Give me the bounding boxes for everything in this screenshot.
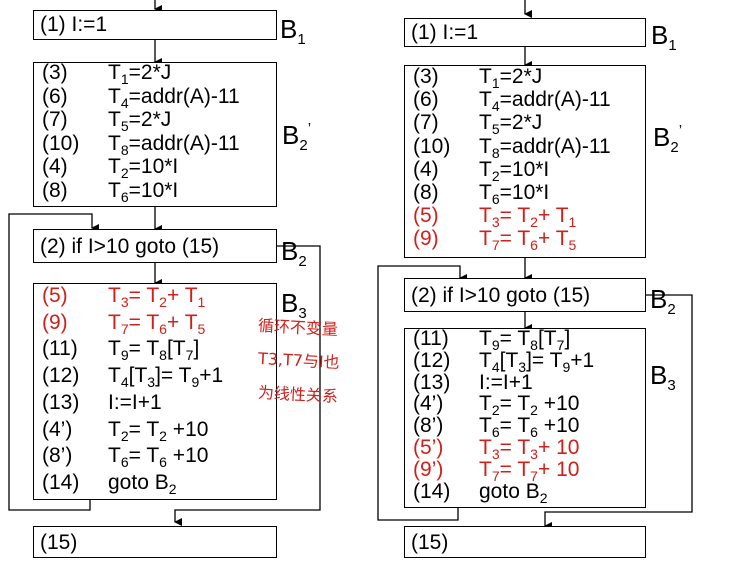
left-b2prime-row-statement: T6=10*I <box>108 178 179 205</box>
left-b2prime-row-number: (6) <box>42 84 68 108</box>
right-b3-label: B3 <box>650 360 676 395</box>
annotation-line-3: 为线性关系 <box>257 382 339 407</box>
right-b1-stmt: I:=1 <box>442 21 479 44</box>
left-block-b3: (5) T3= T2+ T1 (9) T7= T6+ T5 (11) T9= T8[T7]… <box>33 283 277 500</box>
left-b1-stmt: I:=1 <box>71 13 108 36</box>
left-b3-row-statement: T9= T8[T7] <box>108 337 200 364</box>
left-b3-row-number: (5) <box>42 284 68 307</box>
right-b2prime-row-number: (3) <box>413 65 439 88</box>
left-b3-row-number: (11) <box>42 337 78 361</box>
left-b2prime-row-number: (8) <box>42 178 68 202</box>
right-b2prime-row-number: (4) <box>413 157 439 181</box>
left-b3-row-statement: T3= T2+ T1 <box>108 284 206 311</box>
left-b2prime-row-number: (10) <box>42 131 80 155</box>
right-b1-num: (1) <box>411 21 437 44</box>
annotation-line-2: T3,T7与I也 <box>257 348 341 373</box>
right-b2prime-row-number: (9) <box>413 227 439 251</box>
right-b2prime-row-number: (6) <box>413 88 439 112</box>
annotation-line-1: 循环不变量 <box>257 315 339 340</box>
right-b2prime-label: B2’ <box>653 122 683 157</box>
left-b3-row-number: (4’) <box>42 417 73 441</box>
right-b3-row-statement: goto B2 <box>479 479 548 506</box>
left-b3-row-statement: T2= T2 +10 <box>108 417 209 444</box>
right-b2prime-row-statement: T7= T6+ T5 <box>479 227 577 254</box>
left-b2-label: B2 <box>281 236 307 271</box>
left-b3-row-number: (14) <box>42 470 80 494</box>
left-b3-row-number: (9) <box>42 310 68 334</box>
right-b1-label: B1 <box>651 20 677 55</box>
right-block-b1: (1) I:=1 <box>404 18 646 47</box>
right-b3-row-number: (9’) <box>413 457 444 481</box>
right-b3-row-statement: I:=I+1 <box>479 370 533 394</box>
right-b2-text: (2) if I>10 goto (15) <box>411 284 591 307</box>
left-b3-row-statement: T4[T3]= T9+1 <box>108 364 224 391</box>
right-block-15: (15) <box>404 526 646 558</box>
left-block-b2prime: (3) T1=2*J (6) T4=addr(A)-11 (7) T5=2*J (10) T8… <box>33 62 277 207</box>
right-b2prime-row-number: (5) <box>413 204 439 228</box>
left-b3-row-statement: T7= T6+ T5 <box>108 310 206 337</box>
right-b3-row-number: (5’) <box>413 436 444 459</box>
left-block-15: (15) <box>33 526 277 558</box>
left-b2-text: (2) if I>10 goto (15) <box>40 235 220 258</box>
right-b15-num: (15) <box>411 531 449 554</box>
left-b3-row-statement: T6= T6 +10 <box>108 444 209 471</box>
left-block-b2: (2) if I>10 goto (15) <box>33 229 277 263</box>
right-b3-row-number: (14) <box>413 479 451 503</box>
left-b1-label: B1 <box>280 14 306 49</box>
right-block-b3: (11) T9= T8[T7] (12) T4[T3]= T9+1 (13) I:=I+1… <box>404 328 646 508</box>
left-block-b1: (1) I:=1 <box>33 10 277 40</box>
right-block-b2prime: (3) T1=2*J (6) T4=addr(A)-11 (7) T5=2*J (10) T8… <box>404 65 646 258</box>
left-b3-row-number: (8’) <box>42 444 73 468</box>
left-b15-num: (15) <box>40 531 78 554</box>
left-b2prime-label: B2’ <box>282 120 312 155</box>
right-b3-row-number: (11) <box>413 327 449 350</box>
right-b2prime-row-number: (7) <box>413 111 439 135</box>
left-b3-row-number: (13) <box>42 390 80 414</box>
left-b3-row-statement: I:=I+1 <box>108 390 162 414</box>
right-b2prime-row-number: (8) <box>413 181 439 204</box>
left-b3-row-number: (12) <box>42 364 80 388</box>
left-b2prime-row-number: (7) <box>42 108 68 131</box>
left-b2prime-row-number: (4) <box>42 155 68 178</box>
right-b3-row-number: (13) <box>413 370 451 394</box>
right-b3-row-number: (8’) <box>413 414 444 438</box>
right-block-b2: (2) if I>10 goto (15) <box>404 278 646 312</box>
right-b2-label: B2 <box>650 284 676 319</box>
left-b3-row-statement: goto B2 <box>108 470 177 497</box>
right-b3-row-number: (4’) <box>413 392 444 416</box>
right-b2prime-row-number: (10) <box>413 134 451 158</box>
right-b3-row-number: (12) <box>413 348 451 372</box>
left-b2prime-row-number: (3) <box>42 61 68 84</box>
left-b1-num: (1) <box>40 13 66 36</box>
